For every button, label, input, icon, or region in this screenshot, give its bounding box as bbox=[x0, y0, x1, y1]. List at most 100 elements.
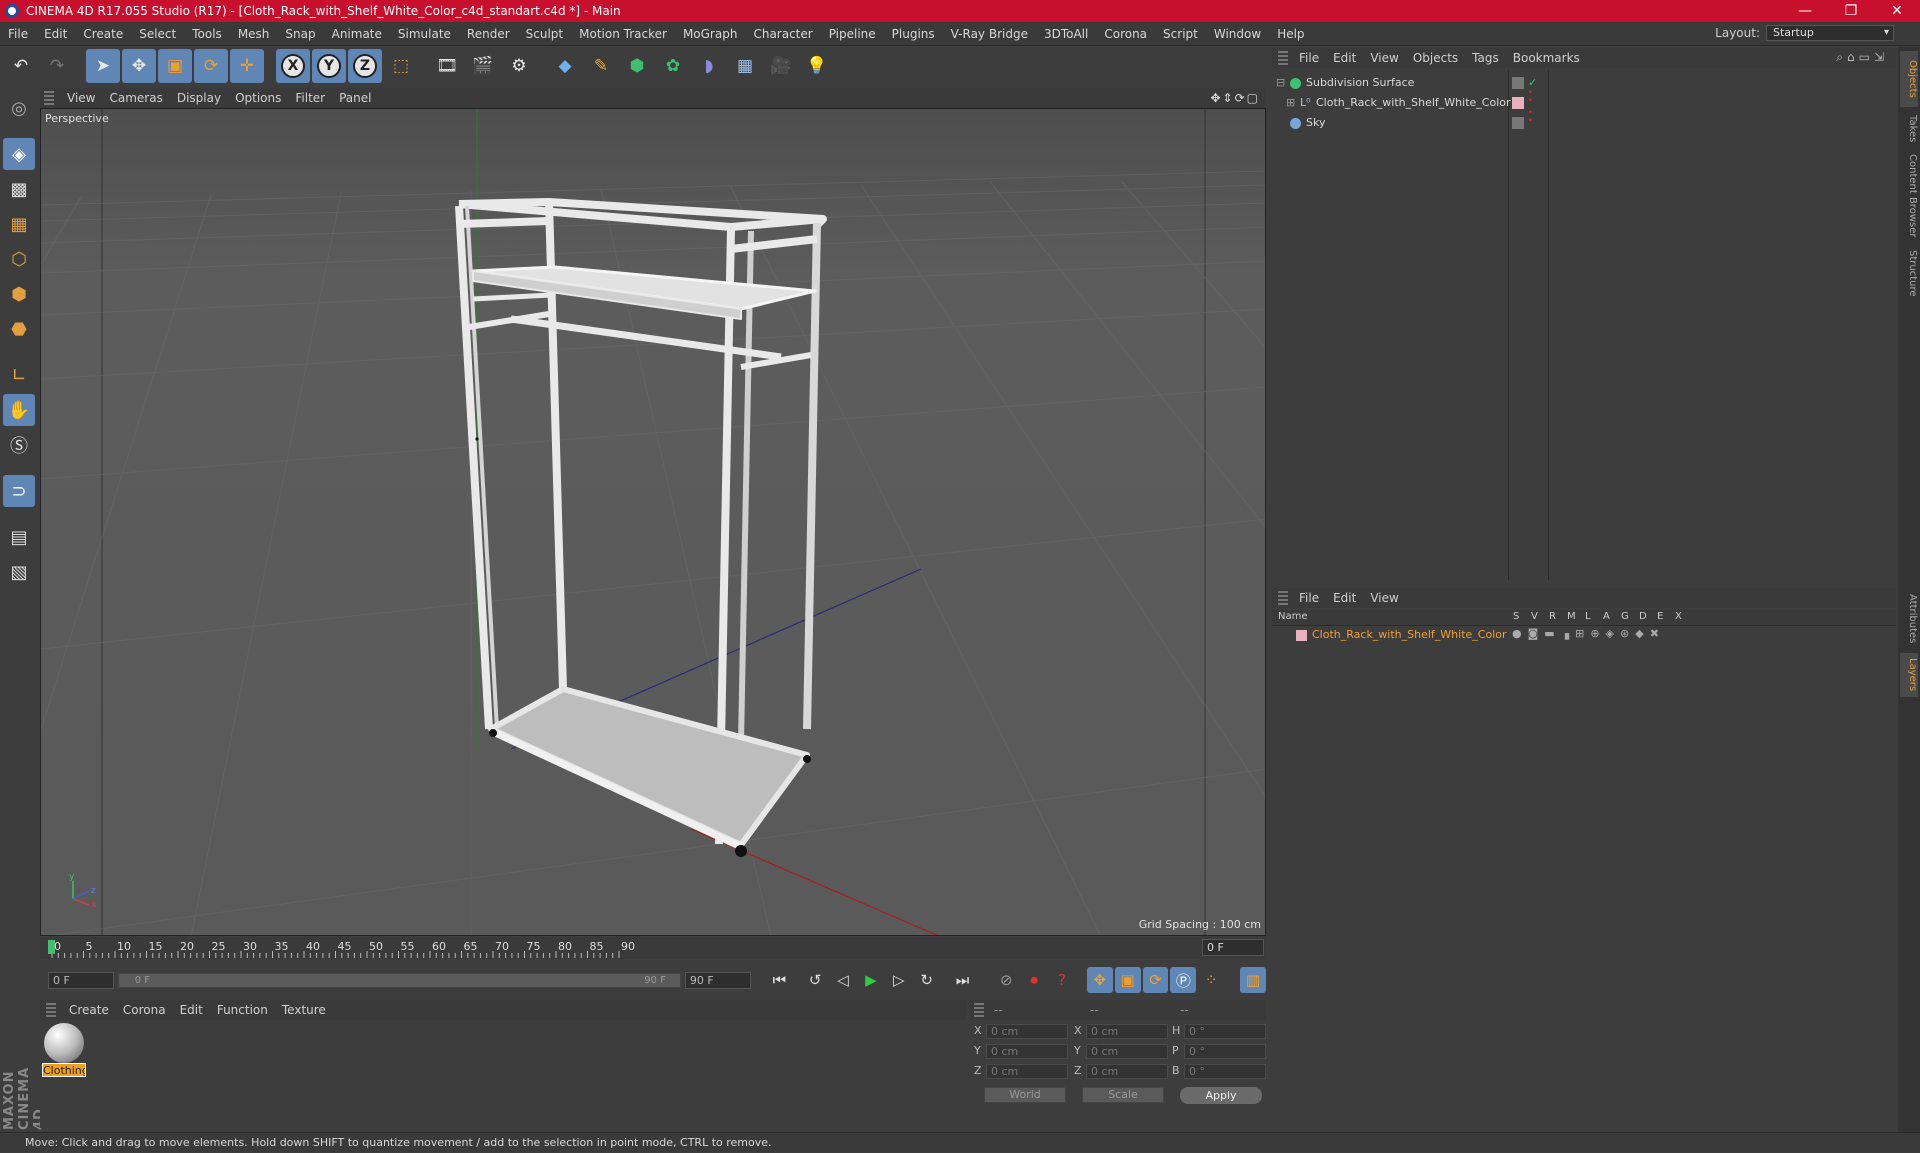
objects-search-home-icons[interactable]: ⌕⌂▭⇲ bbox=[1836, 50, 1888, 65]
material-menu-edit[interactable]: Edit bbox=[173, 1003, 210, 1017]
workplane-lock-icon[interactable]: ▤ bbox=[3, 521, 35, 553]
apply-button[interactable]: Apply bbox=[1180, 1087, 1262, 1104]
menu-corona[interactable]: Corona bbox=[1096, 27, 1155, 41]
menu-3dtoall[interactable]: 3DToAll bbox=[1036, 27, 1096, 41]
pen-spline-icon[interactable]: ✎ bbox=[584, 49, 618, 83]
move-icon[interactable]: ✥ bbox=[122, 49, 156, 83]
viewport-menu-view[interactable]: View bbox=[60, 91, 102, 105]
objects-menu-edit[interactable]: Edit bbox=[1326, 51, 1363, 65]
next-key-icon[interactable]: ↻ bbox=[914, 967, 940, 993]
layer-col-manager[interactable]: M bbox=[1567, 611, 1576, 622]
light-icon[interactable]: 💡 bbox=[800, 49, 834, 83]
layer-tag-icon[interactable] bbox=[1512, 77, 1524, 89]
material-menu-corona[interactable]: Corona bbox=[116, 1003, 173, 1017]
side-tab-attributes[interactable]: Attributes bbox=[1900, 587, 1918, 651]
objects-menu-file[interactable]: File bbox=[1292, 51, 1326, 65]
layer-toggle-icons[interactable]: ●◙▬▗⊞⊕◈⊛◆✖ bbox=[1512, 627, 1665, 640]
object-row-cloth-rack[interactable]: ⊞ L⁰ Cloth_Rack_with_Shelf_White_Color •… bbox=[1272, 89, 1896, 113]
redo-icon[interactable]: ↷ bbox=[40, 49, 74, 83]
scale-icon[interactable]: ▣ bbox=[158, 49, 192, 83]
coordinate-system-icon[interactable]: ⬚ bbox=[384, 49, 418, 83]
object-row-subdivision-surface[interactable]: ⊟ Subdivision Surface ✓ bbox=[1272, 73, 1896, 93]
menu-render[interactable]: Render bbox=[459, 27, 518, 41]
points-mode-icon[interactable]: ⬡ bbox=[3, 243, 35, 275]
snap-icon[interactable]: Ⓢ bbox=[3, 429, 35, 461]
timeline-window-icon[interactable]: ▥ bbox=[1240, 967, 1266, 993]
tree-expander-icon[interactable]: ⊞ bbox=[1286, 93, 1295, 113]
menu-character[interactable]: Character bbox=[745, 27, 820, 41]
material-menu-create[interactable]: Create bbox=[62, 1003, 116, 1017]
floor-scene-icon[interactable]: ▦ bbox=[728, 49, 762, 83]
rotation-b-field[interactable]: 0 ° bbox=[1184, 1064, 1266, 1079]
position-x-field[interactable]: 0 cm bbox=[986, 1024, 1068, 1039]
axis-mode-icon[interactable]: ∟ bbox=[3, 359, 35, 391]
menu-edit[interactable]: Edit bbox=[36, 27, 75, 41]
layer-color-icon[interactable] bbox=[1512, 97, 1524, 109]
go-to-start-icon[interactable]: ⏮ bbox=[766, 967, 792, 993]
perspective-viewport[interactable]: y x z Perspective Grid Spacing : 100 cm bbox=[40, 108, 1266, 936]
objects-menu-bookmarks[interactable]: Bookmarks bbox=[1506, 51, 1587, 65]
panel-grip-icon[interactable] bbox=[44, 91, 54, 105]
viewport-menu-cameras[interactable]: Cameras bbox=[102, 91, 169, 105]
layer-col-render[interactable]: R bbox=[1549, 611, 1556, 622]
tree-expander-icon[interactable]: ⊟ bbox=[1276, 73, 1285, 93]
menu-plugins[interactable]: Plugins bbox=[884, 27, 943, 41]
edges-mode-icon[interactable]: ⬢ bbox=[3, 278, 35, 310]
viewport-menu-options[interactable]: Options bbox=[228, 91, 288, 105]
move-plus-icon[interactable]: ✛ bbox=[230, 49, 264, 83]
menu-sculpt[interactable]: Sculpt bbox=[518, 27, 571, 41]
menu-tools[interactable]: Tools bbox=[184, 27, 230, 41]
key-pla-icon[interactable]: ⁘ bbox=[1198, 967, 1224, 993]
menu-snap[interactable]: Snap bbox=[277, 27, 323, 41]
material-swatch[interactable]: Clothing bbox=[42, 1023, 86, 1079]
viewport-menu-panel[interactable]: Panel bbox=[332, 91, 378, 105]
menu-window[interactable]: Window bbox=[1206, 27, 1269, 41]
magnet-icon[interactable]: ⊃ bbox=[3, 475, 35, 507]
object-row-sky[interactable]: Sky • • bbox=[1272, 109, 1896, 133]
layer-col-name[interactable]: Name bbox=[1278, 611, 1308, 622]
current-frame-field[interactable]: 0 F bbox=[1202, 939, 1264, 956]
auto-keying-icon[interactable]: ⏺ bbox=[1021, 967, 1047, 993]
panel-grip-icon[interactable] bbox=[974, 1003, 984, 1017]
select-arrow-icon[interactable]: ➤ bbox=[86, 49, 120, 83]
menu-motion-tracker[interactable]: Motion Tracker bbox=[571, 27, 675, 41]
side-tab-takes[interactable]: Takes bbox=[1900, 109, 1918, 149]
go-to-end-icon[interactable]: ⏭ bbox=[950, 967, 976, 993]
workplane-settings-icon[interactable]: ▧ bbox=[3, 556, 35, 588]
key-scale-icon[interactable]: ▣ bbox=[1114, 967, 1141, 993]
menu-pipeline[interactable]: Pipeline bbox=[821, 27, 884, 41]
subdivision-generator-icon[interactable]: ⬢ bbox=[620, 49, 654, 83]
camera-icon[interactable]: 🎥 bbox=[764, 49, 798, 83]
z-axis-lock-button[interactable]: Z bbox=[348, 49, 382, 83]
layers-menu-edit[interactable]: Edit bbox=[1326, 591, 1363, 605]
minimize-button[interactable]: — bbox=[1782, 0, 1828, 22]
menu-vray-bridge[interactable]: V-Ray Bridge bbox=[943, 27, 1036, 41]
position-y-field[interactable]: 0 cm bbox=[986, 1044, 1068, 1059]
side-tab-objects[interactable]: Objects bbox=[1900, 51, 1918, 107]
tweak-mode-icon[interactable]: ✋ bbox=[3, 394, 35, 426]
previous-frame-icon[interactable]: ◁ bbox=[830, 967, 856, 993]
size-y-field[interactable]: 0 cm bbox=[1086, 1044, 1168, 1059]
material-menu-texture[interactable]: Texture bbox=[275, 1003, 333, 1017]
key-position-icon[interactable]: ✥ bbox=[1086, 967, 1113, 993]
close-button[interactable]: ✕ bbox=[1874, 0, 1920, 22]
model-mode-icon[interactable]: ◈ bbox=[3, 138, 35, 170]
menu-simulate[interactable]: Simulate bbox=[390, 27, 459, 41]
undo-icon[interactable]: ↶ bbox=[4, 49, 38, 83]
viewport-navigation-icons[interactable]: ✥⇕⟳▢ bbox=[1210, 91, 1260, 105]
maximize-button[interactable]: ❐ bbox=[1828, 0, 1874, 22]
play-forward-icon[interactable]: ▶ bbox=[858, 967, 884, 993]
record-keys-icon[interactable]: ⊘ bbox=[993, 967, 1019, 993]
previous-key-icon[interactable]: ↺ bbox=[802, 967, 828, 993]
layer-col-xref[interactable]: X bbox=[1675, 611, 1682, 622]
render-picture-viewer-icon[interactable]: 🎬 bbox=[466, 49, 500, 83]
side-tab-content-browser[interactable]: Content Browser bbox=[1900, 151, 1918, 241]
layer-col-view[interactable]: V bbox=[1531, 611, 1538, 622]
side-tab-layers[interactable]: Layers bbox=[1900, 653, 1918, 697]
panel-grip-icon[interactable] bbox=[46, 1003, 56, 1017]
material-menu-function[interactable]: Function bbox=[210, 1003, 275, 1017]
keyframe-selection-icon[interactable]: ? bbox=[1049, 967, 1075, 993]
next-frame-icon[interactable]: ▷ bbox=[886, 967, 912, 993]
end-frame-field[interactable]: 90 F bbox=[684, 971, 751, 989]
size-z-field[interactable]: 0 cm bbox=[1086, 1064, 1168, 1079]
